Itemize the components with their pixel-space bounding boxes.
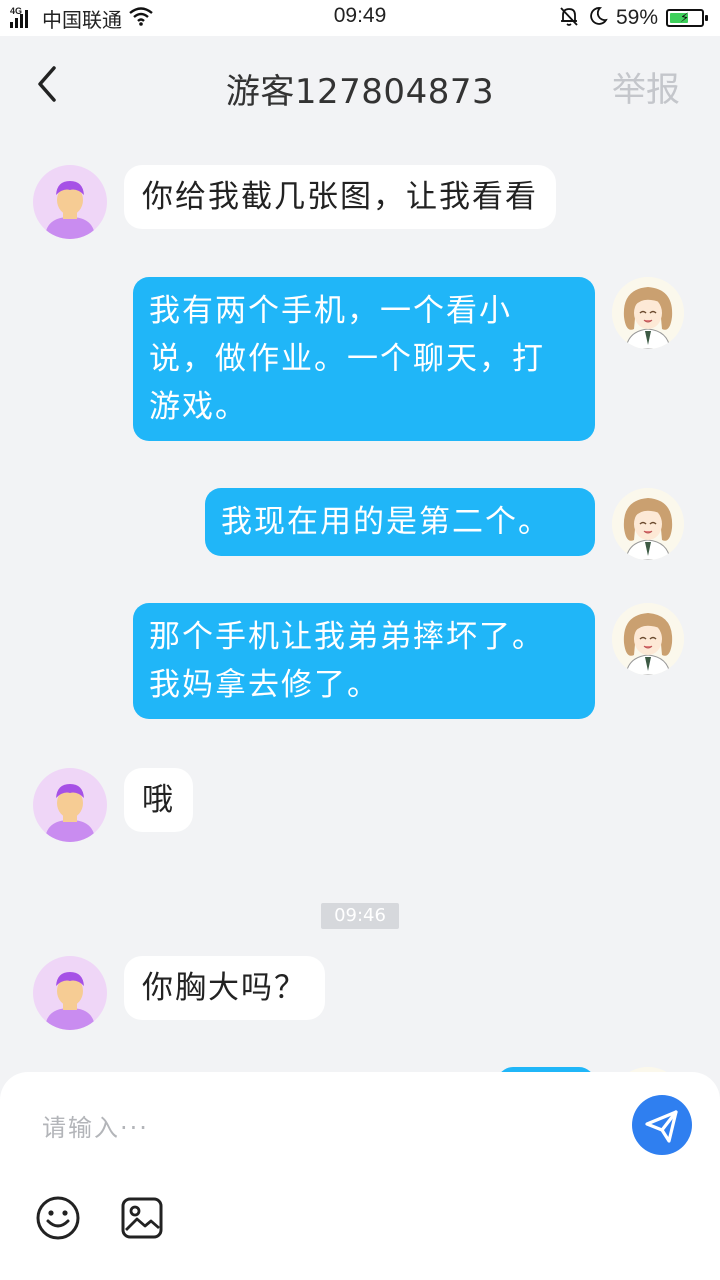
status-bar: 4G 中国联通 09:49 59% ⚡ xyxy=(0,0,720,36)
message-line: 那个手机让我弟弟摔坏了。 xyxy=(149,619,545,655)
message-line: 我有两个手机，一个看小 xyxy=(149,293,512,329)
contact-avatar[interactable] xyxy=(33,165,107,239)
image-button[interactable] xyxy=(118,1194,166,1242)
outgoing-message[interactable]: 那个手机让我弟弟摔坏了。 我妈拿去修了。 xyxy=(133,603,595,719)
incoming-message[interactable]: 哦 xyxy=(124,768,193,832)
message-text: 哦 xyxy=(142,782,175,818)
send-button[interactable] xyxy=(632,1095,692,1155)
emoji-button[interactable] xyxy=(34,1194,82,1242)
message-line: 我妈拿去修了。 xyxy=(149,667,380,703)
report-button[interactable]: 举报 xyxy=(612,62,680,111)
battery-charging-icon: ⚡ xyxy=(666,9,708,27)
composer xyxy=(0,1072,720,1280)
incoming-message[interactable]: 你给我截几张图，让我看看 xyxy=(124,165,556,229)
message-text: 你胸大吗？ xyxy=(142,970,307,1006)
chat-header: 游客127804873 举报 xyxy=(0,36,720,132)
message-text: 你给我截几张图，让我看看 xyxy=(142,179,538,215)
incoming-message[interactable]: 你胸大吗？ xyxy=(124,956,325,1020)
my-avatar[interactable] xyxy=(612,488,684,560)
my-avatar[interactable] xyxy=(612,277,684,349)
outgoing-message[interactable]: 我有两个手机，一个看小 说，做作业。一个聊天，打 游戏。 xyxy=(133,277,595,441)
battery-percent: 59% xyxy=(615,6,658,29)
outgoing-message[interactable]: 我现在用的是第二个。 xyxy=(205,488,595,556)
paper-plane-icon xyxy=(645,1110,678,1143)
message-list[interactable]: 你给我截几张图，让我看看 我有两个手机，一个看小 说，做作业。一个聊天，打 游戏… xyxy=(0,132,720,1072)
smiley-icon xyxy=(36,1196,80,1240)
time-divider: 09:46 xyxy=(321,903,399,929)
status-right: 59% ⚡ xyxy=(558,4,708,32)
moon-icon xyxy=(588,6,608,31)
mute-bell-icon xyxy=(558,5,580,32)
message-line: 说，做作业。一个聊天，打 xyxy=(149,341,545,377)
contact-avatar[interactable] xyxy=(33,768,107,842)
message-input[interactable] xyxy=(42,1106,582,1150)
message-line: 我现在用的是第二个。 xyxy=(221,504,551,540)
contact-avatar[interactable] xyxy=(33,956,107,1030)
message-line: 游戏。 xyxy=(149,389,248,425)
my-avatar[interactable] xyxy=(612,603,684,675)
image-icon xyxy=(121,1197,163,1239)
